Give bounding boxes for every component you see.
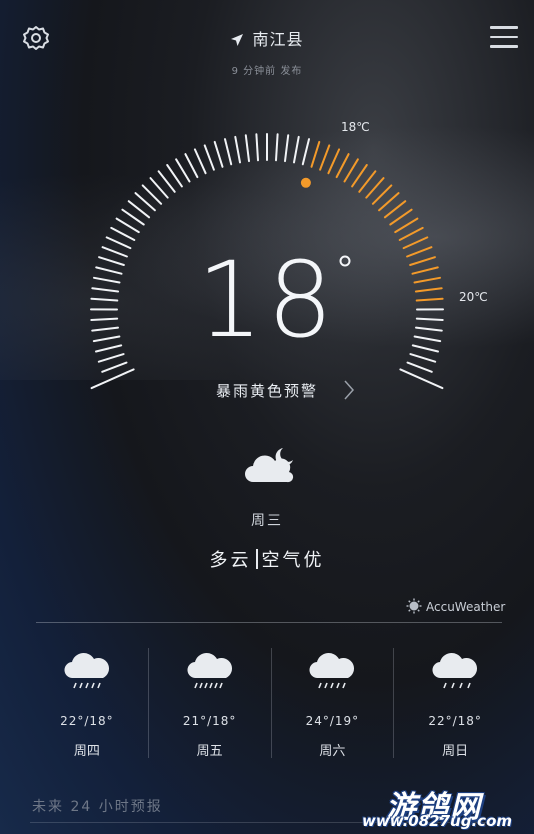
dial-tick	[275, 133, 279, 162]
dial-tick	[402, 236, 429, 250]
dial-tick	[166, 164, 183, 188]
dial-tick	[351, 164, 368, 188]
condition-line: 多云 空气优	[0, 546, 534, 572]
rain-cloud-icon	[309, 653, 355, 689]
rain-cloud-icon	[432, 653, 478, 689]
condition-text: 多云	[209, 550, 252, 571]
dial-tick	[224, 138, 233, 166]
dial-tick	[244, 134, 250, 163]
dial-tick	[327, 148, 341, 175]
dial-tick	[319, 144, 331, 171]
dial-tick	[394, 217, 419, 234]
forecast-range: 22°/18°	[428, 714, 482, 728]
weather-alert[interactable]: 暴雨黄色预警	[0, 380, 534, 401]
dial-tick	[284, 134, 290, 163]
dial-tick	[175, 158, 191, 183]
dial-tick	[193, 148, 207, 175]
dial-tick	[121, 208, 145, 226]
dial-tick	[203, 144, 215, 171]
dial-tick	[184, 153, 199, 179]
hourly-forecast-title[interactable]: 未来 24 小时预报	[32, 796, 163, 816]
dial-tick	[406, 361, 433, 373]
forecast-range: 21°/18°	[182, 714, 237, 728]
air-quality-text: 空气优	[261, 550, 325, 571]
dial-tick	[293, 135, 300, 164]
dial-tick	[213, 140, 224, 168]
forecast-weekday: 周六	[319, 744, 346, 759]
forecast-day[interactable]: 24°/19° 周六	[270, 648, 394, 759]
dial-tick	[101, 361, 128, 373]
sun-icon	[406, 598, 422, 614]
rain-cloud-icon	[187, 653, 232, 689]
forecast-day[interactable]: 22°/18° 周日	[393, 648, 516, 759]
dial-tick	[335, 153, 350, 179]
dial-current-marker	[300, 177, 311, 188]
chevron-right-icon[interactable]	[342, 378, 356, 402]
forecast-weekday: 周四	[73, 744, 100, 759]
dial-tick	[409, 353, 437, 363]
dial-tick	[310, 140, 321, 168]
forecast-range: 24°/19°	[305, 714, 360, 728]
divider	[36, 622, 502, 623]
dial-tick	[301, 138, 310, 166]
current-temperature: 18	[196, 239, 338, 361]
dial-tick	[105, 236, 132, 250]
provider-credit[interactable]: AccuWeather	[406, 598, 505, 614]
dial-tick	[115, 217, 140, 234]
watermark-url: www.0827ug.com	[362, 812, 512, 830]
forecast-weekday: 周日	[442, 744, 469, 759]
forecast-day[interactable]: 21°/18° 周五	[147, 648, 271, 759]
daily-forecast: 22°/18° 周四 21°/18° 周五 24°/19° 周六 22°/18°…	[26, 648, 516, 759]
provider-name: AccuWeather	[426, 600, 506, 614]
dial-label-high: 18℃	[341, 120, 370, 134]
degree-icon	[339, 255, 351, 267]
forecast-weekday: 周五	[196, 744, 223, 759]
current-weekday: 周三	[251, 513, 283, 529]
dial-tick	[343, 158, 359, 183]
rain-cloud-icon	[64, 653, 109, 689]
dial-tick	[389, 208, 413, 226]
dial-tick	[255, 133, 259, 162]
condition-divider	[255, 549, 258, 569]
dial-tick	[97, 353, 125, 363]
dial-tick	[110, 226, 136, 241]
forecast-range: 22°/18°	[60, 714, 114, 728]
dial-tick	[234, 135, 241, 164]
forecast-day[interactable]: 22°/18° 周四	[26, 648, 148, 759]
dial-tick	[398, 226, 424, 241]
partly-cloudy-night-icon	[245, 448, 294, 483]
